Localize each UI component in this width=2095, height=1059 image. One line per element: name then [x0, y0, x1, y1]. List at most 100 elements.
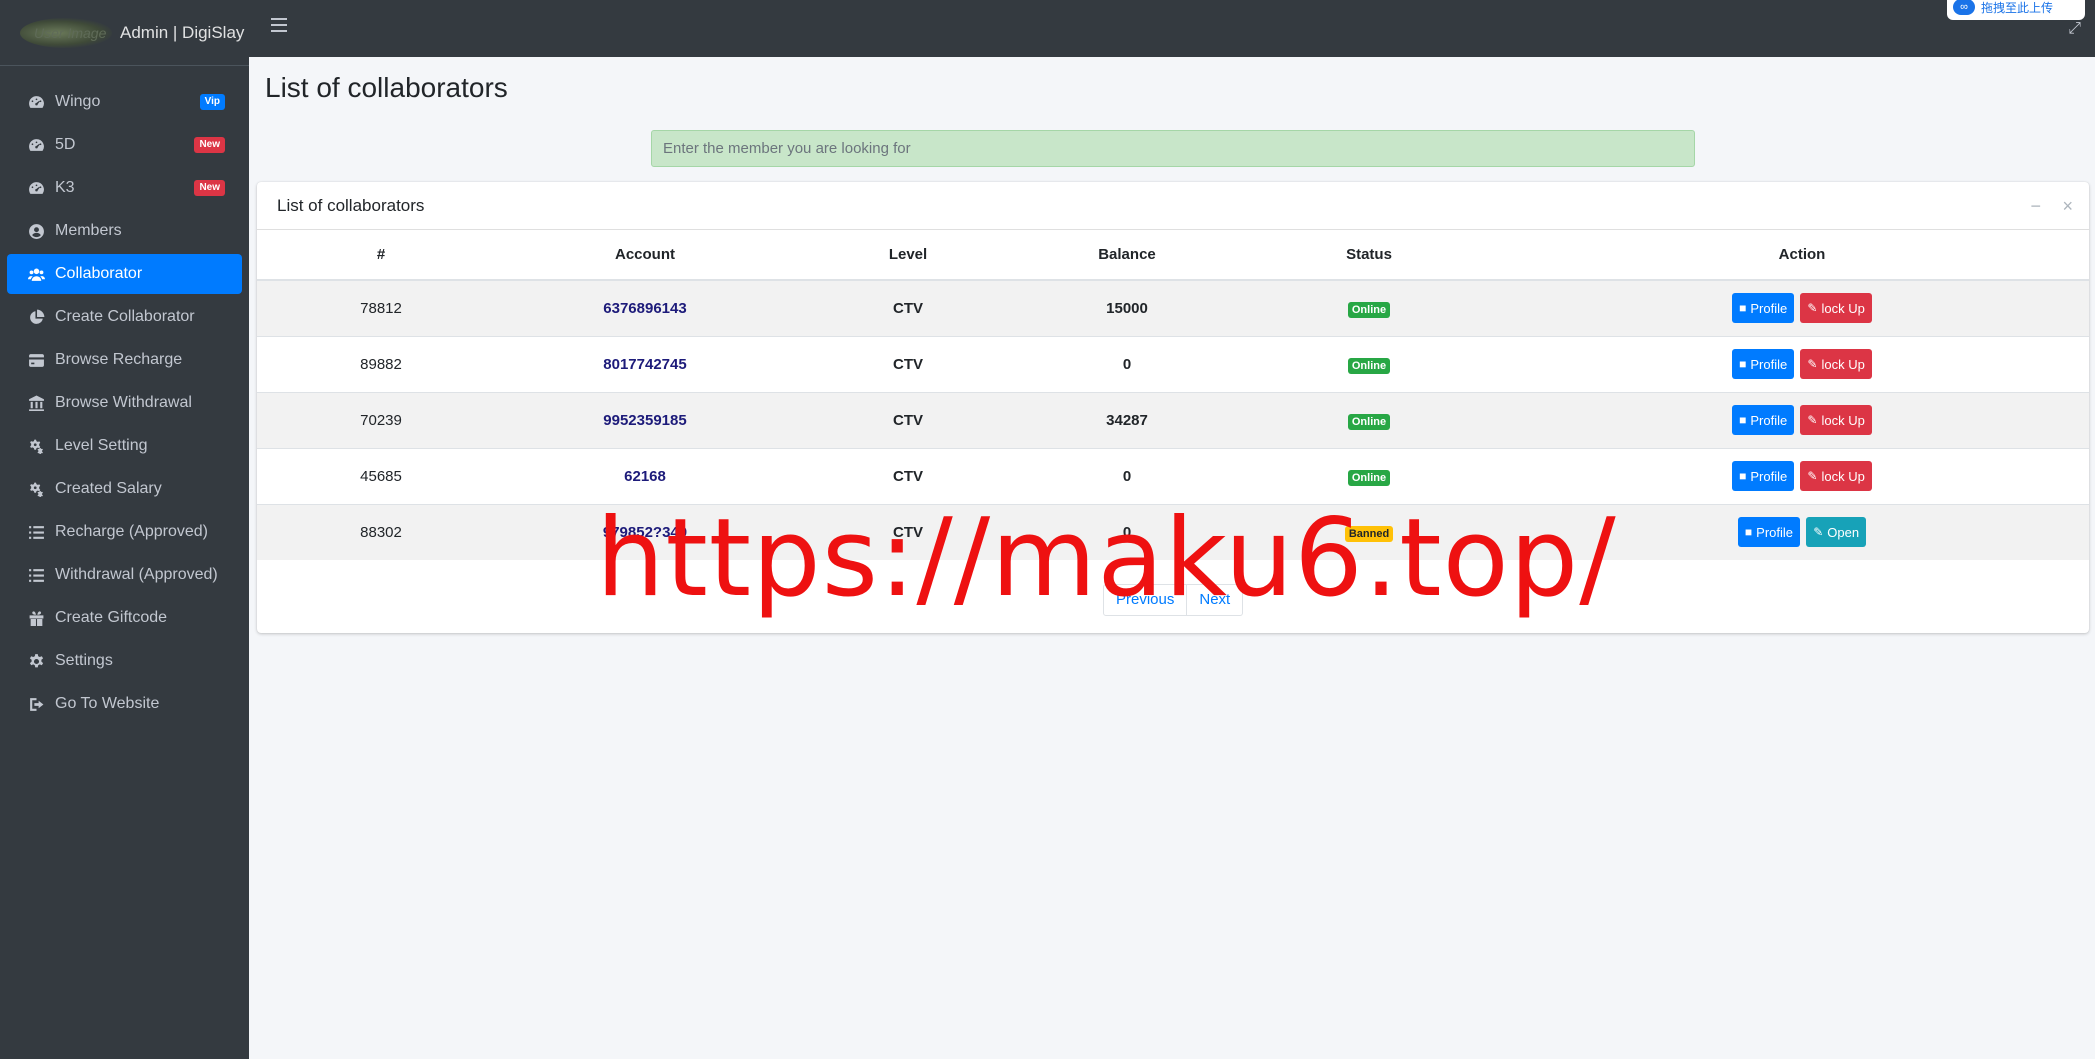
table-row: 45685 62168 CTV 0 Online ■ Profile ✎ lock … [257, 447, 2089, 504]
pencil-icon: ✎ [1807, 469, 1818, 483]
sidebar-item-5d[interactable]: 5D New [7, 125, 242, 165]
table-header-row: # Account Level Balance Status Action [257, 230, 2089, 281]
account-link[interactable]: 62168 [624, 468, 666, 485]
cell-balance: 15000 [1031, 279, 1223, 336]
sidebar-item-settings[interactable]: Settings [7, 641, 242, 681]
profile-button[interactable]: ■ Profile [1732, 405, 1795, 435]
lock-up-button[interactable]: ✎ lock Up [1800, 461, 1872, 491]
lock-up-button[interactable]: ✎ lock Up [1800, 293, 1872, 324]
sidebar-item-label: Collaborator [55, 265, 143, 282]
sidebar-item-withdrawal-approved[interactable]: Withdrawal (Approved) [7, 555, 242, 595]
sidebar-item-label: Settings [55, 652, 113, 669]
column-header-account[interactable]: Account [505, 230, 785, 281]
sidebar-item-label: 5D [55, 136, 76, 153]
sidebar: User Image Admin | DigiSlay Wingo Vip 5D… [0, 0, 249, 1059]
profile-button[interactable]: ■ Profile [1732, 349, 1795, 379]
column-header-action[interactable]: Action [1515, 230, 2089, 281]
gauge-icon [27, 136, 45, 154]
account-link[interactable]: 9952359185 [603, 412, 686, 429]
next-page-button[interactable]: Next [1187, 584, 1244, 616]
status-badge: Banned [1344, 525, 1394, 542]
profile-button-label: Profile [1750, 300, 1788, 316]
profile-button[interactable]: ■ Profile [1737, 517, 1801, 548]
previous-page-button[interactable]: Previous [1103, 584, 1188, 616]
pagination: Previous Next [1103, 584, 1244, 616]
cloud-upload-widget[interactable]: ∞ 拖拽至此上传 [1947, 0, 2085, 20]
list-icon [27, 523, 45, 541]
collapse-icon[interactable]: − [2030, 196, 2041, 217]
sidebar-item-create-giftcode[interactable]: Create Giftcode [7, 598, 242, 638]
status-badge: Online [1347, 413, 1391, 430]
pencil-icon: ✎ [1807, 301, 1818, 316]
close-icon[interactable]: × [2062, 196, 2073, 217]
table-row: 88302 979852?340 CTV 0 Banned ■ Profile ✎… [257, 503, 2089, 560]
sidebar-item-members[interactable]: Members [7, 211, 242, 251]
pie-chart-icon [27, 308, 45, 326]
cell-level: CTV [785, 279, 1031, 336]
sidebar-item-label: Browse Withdrawal [55, 394, 192, 411]
collaborators-table: # Account Level Balance Status Action 78… [257, 230, 2089, 560]
pencil-icon: ✎ [1813, 525, 1824, 540]
users-icon [27, 265, 45, 283]
gauge-icon [27, 93, 45, 111]
menu-toggle-icon[interactable] [271, 18, 287, 32]
sidebar-item-label: Wingo [55, 93, 101, 110]
folder-icon: ■ [1739, 357, 1747, 371]
new-badge: New [194, 180, 225, 196]
cell-level: CTV [785, 391, 1031, 448]
cell-balance: 34287 [1031, 391, 1223, 448]
cell-level: CTV [785, 335, 1031, 392]
sidebar-item-k3[interactable]: K3 New [7, 168, 242, 208]
fullscreen-icon[interactable]: ⤢ [2068, 20, 2081, 38]
column-header-level[interactable]: Level [785, 230, 1031, 281]
cell-id: 70239 [257, 391, 505, 448]
sidebar-item-browse-recharge[interactable]: Browse Recharge [7, 340, 242, 380]
lock-up-button-label: lock Up [1821, 300, 1865, 316]
sidebar-item-wingo[interactable]: Wingo Vip [7, 82, 242, 122]
profile-button[interactable]: ■ Profile [1732, 293, 1795, 324]
account-link[interactable]: 8017742745 [603, 356, 686, 373]
sidebar-item-create-collaborator[interactable]: Create Collaborator [7, 297, 242, 337]
sidebar-item-level-setting[interactable]: Level Setting [7, 426, 242, 466]
lock-up-button[interactable]: ✎ lock Up [1800, 405, 1872, 435]
folder-icon: ■ [1739, 301, 1747, 316]
cell-balance: 0 [1031, 335, 1223, 392]
column-header-balance[interactable]: Balance [1031, 230, 1223, 281]
lock-up-button-label: lock Up [1821, 468, 1865, 484]
vip-badge: Vip [199, 94, 225, 110]
cell-balance: 0 [1031, 503, 1223, 560]
account-link[interactable]: 979852?340 [603, 524, 687, 541]
cell-id: 78812 [257, 279, 505, 336]
cloud-upload-label: 拖拽至此上传 [1981, 0, 2054, 15]
brand[interactable]: User Image Admin | DigiSlay [0, 0, 249, 66]
profile-button-label: Profile [1750, 468, 1788, 484]
pencil-icon: ✎ [1807, 357, 1818, 371]
column-header-status[interactable]: Status [1223, 230, 1515, 281]
profile-button[interactable]: ■ Profile [1732, 461, 1795, 491]
member-search-input[interactable] [651, 130, 1695, 167]
open-button[interactable]: ✎ Open [1806, 517, 1867, 548]
account-link[interactable]: 6376896143 [603, 300, 686, 317]
table-row: 70239 9952359185 CTV 34287 Online ■ Profi… [257, 391, 2089, 448]
sidebar-item-recharge-approved[interactable]: Recharge (Approved) [7, 512, 242, 552]
gauge-icon [27, 179, 45, 197]
cell-id: 88302 [257, 503, 505, 560]
sidebar-item-created-salary[interactable]: Created Salary [7, 469, 242, 509]
sidebar-item-label: Go To Website [55, 695, 160, 712]
profile-button-label: Profile [1756, 524, 1794, 540]
profile-button-label: Profile [1750, 356, 1788, 372]
sidebar-item-browse-withdrawal[interactable]: Browse Withdrawal [7, 383, 242, 423]
column-header-id[interactable]: # [257, 230, 505, 281]
pencil-icon: ✎ [1807, 413, 1818, 427]
sidebar-item-label: K3 [55, 179, 75, 196]
sidebar-item-label: Create Giftcode [55, 609, 168, 626]
sidebar-item-label: Recharge (Approved) [55, 523, 208, 540]
status-badge: Online [1347, 357, 1391, 374]
list-icon [27, 566, 45, 584]
gear-icon [27, 652, 45, 670]
sidebar-item-go-to-website[interactable]: Go To Website [7, 684, 242, 724]
sidebar-item-collaborator[interactable]: Collaborator [7, 254, 242, 294]
cell-id: 89882 [257, 335, 505, 392]
card-header: List of collaborators − × [257, 182, 2089, 230]
lock-up-button[interactable]: ✎ lock Up [1800, 349, 1872, 379]
